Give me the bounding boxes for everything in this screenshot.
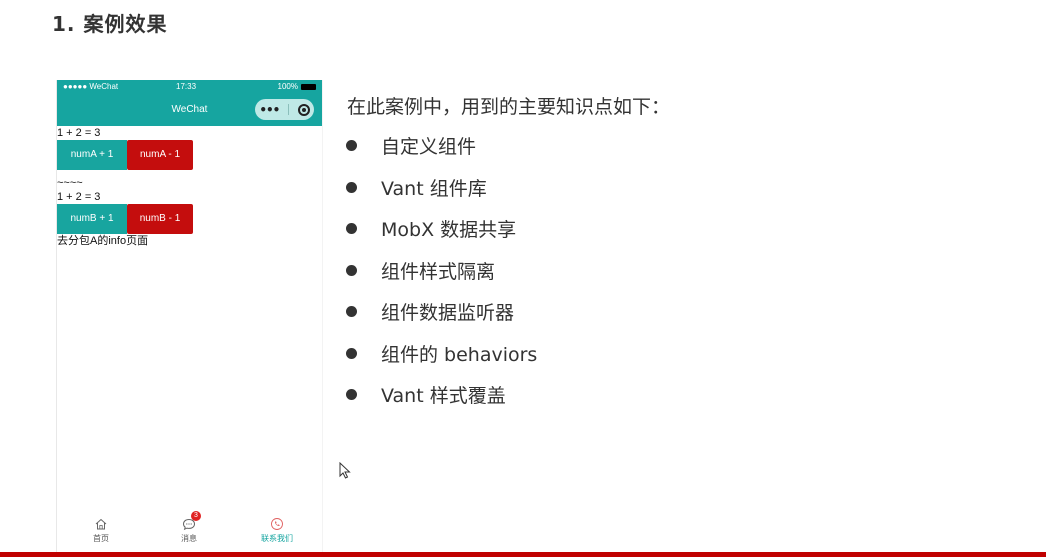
- tab-label: 消息: [181, 534, 197, 543]
- list-item-text: 组件样式隔离: [381, 260, 496, 283]
- status-time: 17:33: [176, 82, 197, 91]
- battery-percent: 100%: [277, 82, 298, 91]
- bullet-icon: [346, 223, 357, 235]
- list-item: MobX 数据共享: [346, 208, 537, 250]
- list-item: Vant 组件库: [346, 167, 537, 209]
- tab-contact[interactable]: 联系我们: [247, 517, 307, 544]
- bullet-icon: [346, 264, 357, 276]
- intro-text: 在此案例中，用到的主要知识点如下：: [347, 96, 671, 118]
- capsule-menu: •••: [255, 99, 314, 120]
- bullet-icon: [346, 389, 357, 401]
- separator-text: ~~~~: [57, 177, 83, 189]
- num-a-minus-button[interactable]: numA - 1: [127, 140, 193, 170]
- list-item-text: Vant 组件库: [381, 177, 487, 200]
- sum-a-text: 1 + 2 = 3: [57, 127, 101, 139]
- subpackage-link[interactable]: 去分包A的info页面: [57, 234, 322, 248]
- phone-header: ●●●●● WeChat 17:33 100% WeChat •••: [57, 80, 322, 126]
- tab-bar: 首页 3 消息 联系我们: [57, 511, 322, 549]
- more-dots-icon[interactable]: •••: [259, 104, 280, 116]
- list-item: Vant 样式覆盖: [346, 374, 537, 416]
- phone-body: 1 + 2 = 3 numA + 1 numA - 1 ~~~~ 1 + 2 =…: [57, 126, 322, 248]
- message-badge: 3: [191, 511, 201, 521]
- battery-icon: [301, 83, 316, 90]
- carrier-label: ●●●●● WeChat: [63, 82, 119, 91]
- num-a-plus-button[interactable]: numA + 1: [57, 140, 127, 170]
- list-item-text: 组件的 behaviors: [381, 343, 538, 366]
- tab-messages[interactable]: 3 消息: [159, 511, 219, 544]
- bullet-icon: [346, 181, 357, 193]
- sum-b-text: 1 + 2 = 3: [57, 191, 101, 203]
- mouse-cursor-icon: [339, 462, 351, 479]
- status-bar: ●●●●● WeChat 17:33 100%: [57, 80, 322, 94]
- list-item-text: 组件数据监听器: [381, 302, 515, 325]
- slide-title: 1. 案例效果: [52, 12, 168, 36]
- target-icon[interactable]: [297, 103, 310, 116]
- num-b-minus-button[interactable]: numB - 1: [127, 204, 193, 234]
- num-b-plus-button[interactable]: numB + 1: [57, 204, 127, 234]
- list-item: 组件数据监听器: [346, 291, 537, 333]
- phone-mockup: ●●●●● WeChat 17:33 100% WeChat ••• 1 + 2…: [56, 80, 323, 557]
- tab-label: 联系我们: [261, 534, 293, 543]
- bullet-icon: [346, 347, 357, 359]
- btn-row-a: numA + 1 numA - 1: [57, 140, 322, 170]
- home-icon: [94, 517, 108, 531]
- bullet-icon: [346, 140, 357, 152]
- list-item-text: MobX 数据共享: [381, 219, 517, 242]
- btn-row-b: numB + 1 numB - 1: [57, 204, 322, 234]
- message-icon: 3: [182, 511, 201, 531]
- bullet-icon: [346, 306, 357, 318]
- list-item: 自定义组件: [346, 125, 537, 167]
- list-item: 组件样式隔离: [346, 250, 537, 292]
- bottom-accent-bar: [0, 552, 1046, 557]
- list-item-text: Vant 样式覆盖: [381, 385, 506, 408]
- capsule-divider: [288, 104, 289, 115]
- tab-home[interactable]: 首页: [71, 517, 131, 544]
- battery-status: 100%: [278, 82, 316, 91]
- knowledge-points-list: 自定义组件 Vant 组件库 MobX 数据共享 组件样式隔离 组件数据监听器 …: [346, 125, 537, 416]
- phone-icon: [270, 517, 284, 531]
- tab-label: 首页: [93, 534, 109, 543]
- list-item: 组件的 behaviors: [346, 333, 537, 375]
- list-item-text: 自定义组件: [381, 136, 477, 159]
